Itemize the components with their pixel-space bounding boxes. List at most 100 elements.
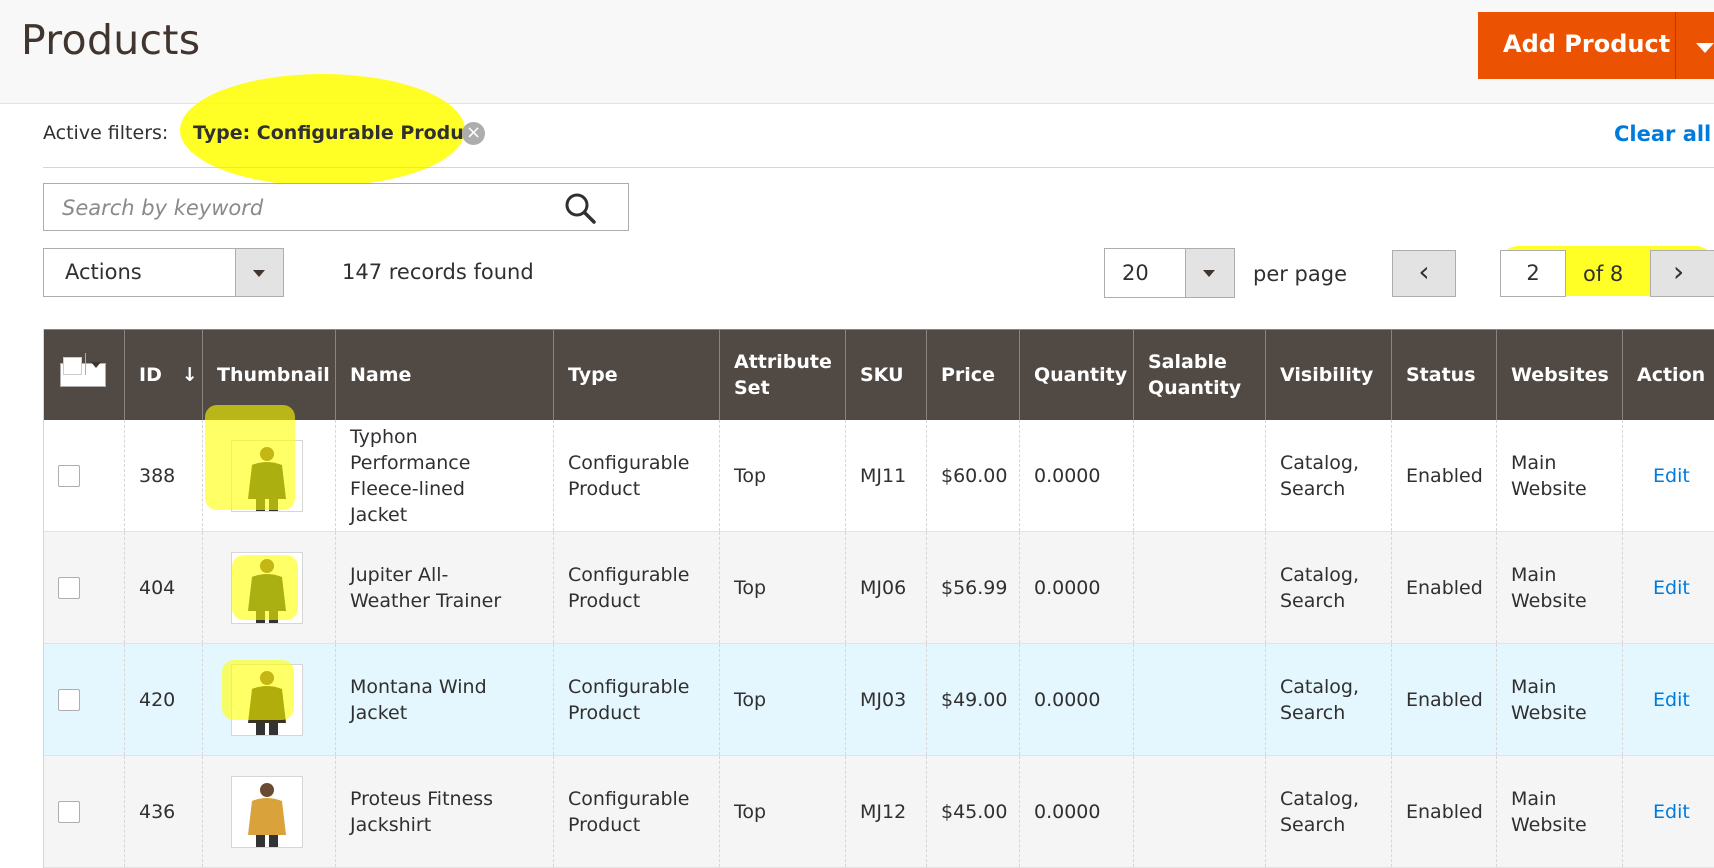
row-visibility: Catalog, Search — [1280, 563, 1360, 612]
row-checkbox[interactable] — [58, 800, 80, 823]
cell-price: $49.00 — [926, 644, 1019, 755]
search-icon[interactable] — [563, 191, 597, 225]
row-sku: MJ03 — [860, 688, 907, 711]
row-status: Enabled — [1406, 688, 1483, 711]
row-status: Enabled — [1406, 800, 1483, 823]
row-name: Typhon Performance Fleece-lined Jacket — [350, 425, 471, 526]
filters-divider — [43, 167, 1714, 168]
cell-status: Enabled — [1391, 532, 1496, 643]
row-status: Enabled — [1406, 464, 1483, 487]
row-visibility: Catalog, Search — [1280, 675, 1360, 724]
row-checkbox[interactable] — [58, 576, 80, 599]
per-page-value[interactable]: 20 — [1122, 261, 1149, 285]
search-box — [43, 183, 629, 231]
row-visibility: Catalog, Search — [1280, 787, 1360, 836]
row-type: Configurable Product — [568, 451, 690, 500]
edit-link[interactable]: Edit — [1653, 799, 1690, 825]
cell-websites: Main Website — [1496, 420, 1622, 531]
chevron-right-icon[interactable]: › — [1650, 250, 1714, 297]
row-attribute-set: Top — [734, 688, 767, 711]
cell-status: Enabled — [1391, 756, 1496, 867]
highlight-thumbnail — [222, 660, 294, 720]
column-header-salable-quantity[interactable]: Salable Quantity — [1133, 330, 1265, 420]
clear-all-link[interactable]: Clear all — [1614, 122, 1711, 146]
filter-chip-type: Type: Configurable Product — [193, 122, 485, 144]
split-divider — [1675, 12, 1676, 79]
row-quantity: 0.0000 — [1034, 800, 1101, 823]
row-type: Configurable Product — [568, 675, 690, 724]
table-row[interactable]: 436 Proteus Fitness Jackshirt Configurable… — [44, 756, 1714, 868]
column-header-quantity[interactable]: Quantity — [1019, 330, 1133, 420]
add-product-label[interactable]: Add Product — [1503, 30, 1670, 58]
edit-link[interactable]: Edit — [1653, 463, 1690, 489]
cell-visibility: Catalog, Search — [1265, 532, 1391, 643]
column-header-price[interactable]: Price — [926, 330, 1019, 420]
row-name: Proteus Fitness Jackshirt — [350, 787, 494, 836]
row-attribute-set: Top — [734, 800, 767, 823]
row-websites: Main Website — [1511, 451, 1587, 500]
cell-price: $60.00 — [926, 420, 1019, 531]
row-websites: Main Website — [1511, 787, 1587, 836]
chevron-down-icon — [91, 362, 101, 368]
cell-sku: MJ12 — [845, 756, 926, 867]
cell-quantity: 0.0000 — [1019, 756, 1133, 867]
edit-link[interactable]: Edit — [1653, 687, 1690, 713]
page-number-input[interactable]: 2 — [1500, 250, 1566, 297]
add-product-button[interactable]: Add Product — [1478, 12, 1714, 79]
product-thumbnail[interactable] — [231, 775, 303, 848]
cell-id: 388 — [124, 420, 202, 531]
row-quantity: 0.0000 — [1034, 576, 1101, 599]
column-header-sku[interactable]: SKU — [845, 330, 926, 420]
cell-websites: Main Website — [1496, 532, 1622, 643]
per-page-toggle[interactable] — [1185, 249, 1234, 297]
row-price: $60.00 — [941, 464, 1008, 487]
cell-action: Edit — [1622, 420, 1714, 531]
remove-filter-icon[interactable]: × — [462, 122, 485, 145]
cell-id: 420 — [124, 644, 202, 755]
row-name: Jupiter All-Weather Trainer — [350, 563, 502, 612]
header-select-cell — [44, 330, 124, 420]
row-id: 404 — [139, 576, 176, 599]
row-id: 436 — [139, 800, 176, 823]
add-product-dropdown-icon[interactable] — [1696, 43, 1714, 53]
per-page-select[interactable]: 20 — [1104, 248, 1235, 298]
actions-dropdown-toggle[interactable] — [235, 249, 283, 296]
row-websites: Main Website — [1511, 675, 1587, 724]
column-header-name[interactable]: Name — [335, 330, 553, 420]
column-header-websites[interactable]: Websites — [1496, 330, 1622, 420]
sort-arrow-icon: ↓ — [181, 364, 198, 386]
column-header-id[interactable]: ID ↓ — [124, 330, 202, 420]
column-header-attribute-set[interactable]: Attribute Set — [719, 330, 845, 420]
row-quantity: 0.0000 — [1034, 464, 1101, 487]
table-row[interactable]: 420 Montana Wind Jacket Configurable Produ… — [44, 644, 1714, 756]
chevron-left-icon[interactable]: ‹ — [1392, 250, 1456, 297]
row-websites: Main Website — [1511, 563, 1587, 612]
cell-sku: MJ06 — [845, 532, 926, 643]
mass-select-box[interactable] — [63, 357, 82, 375]
column-header-type[interactable]: Type — [553, 330, 719, 420]
mass-select-checkbox[interactable] — [60, 353, 106, 387]
row-sku: MJ11 — [860, 464, 907, 487]
mass-select-toggle[interactable] — [85, 353, 106, 375]
search-input[interactable] — [60, 193, 564, 223]
column-header-visibility[interactable]: Visibility — [1265, 330, 1391, 420]
chevron-down-icon — [1203, 270, 1215, 277]
column-header-action: Action — [1622, 330, 1714, 420]
cell-price: $45.00 — [926, 756, 1019, 867]
actions-dropdown[interactable]: Actions — [43, 248, 284, 297]
cell-chk — [44, 532, 124, 643]
column-header-status[interactable]: Status — [1391, 330, 1496, 420]
cell-thumb — [202, 756, 335, 867]
row-checkbox[interactable] — [58, 688, 80, 711]
cell-quantity: 0.0000 — [1019, 420, 1133, 531]
row-name: Montana Wind Jacket — [350, 675, 487, 724]
cell-type: Configurable Product — [553, 644, 719, 755]
cell-visibility: Catalog, Search — [1265, 420, 1391, 531]
row-id: 420 — [139, 688, 176, 711]
cell-salable-quantity — [1133, 756, 1265, 867]
row-checkbox[interactable] — [58, 464, 80, 487]
actions-label[interactable]: Actions — [65, 260, 142, 284]
cell-id: 436 — [124, 756, 202, 867]
cell-status: Enabled — [1391, 420, 1496, 531]
edit-link[interactable]: Edit — [1653, 575, 1690, 601]
